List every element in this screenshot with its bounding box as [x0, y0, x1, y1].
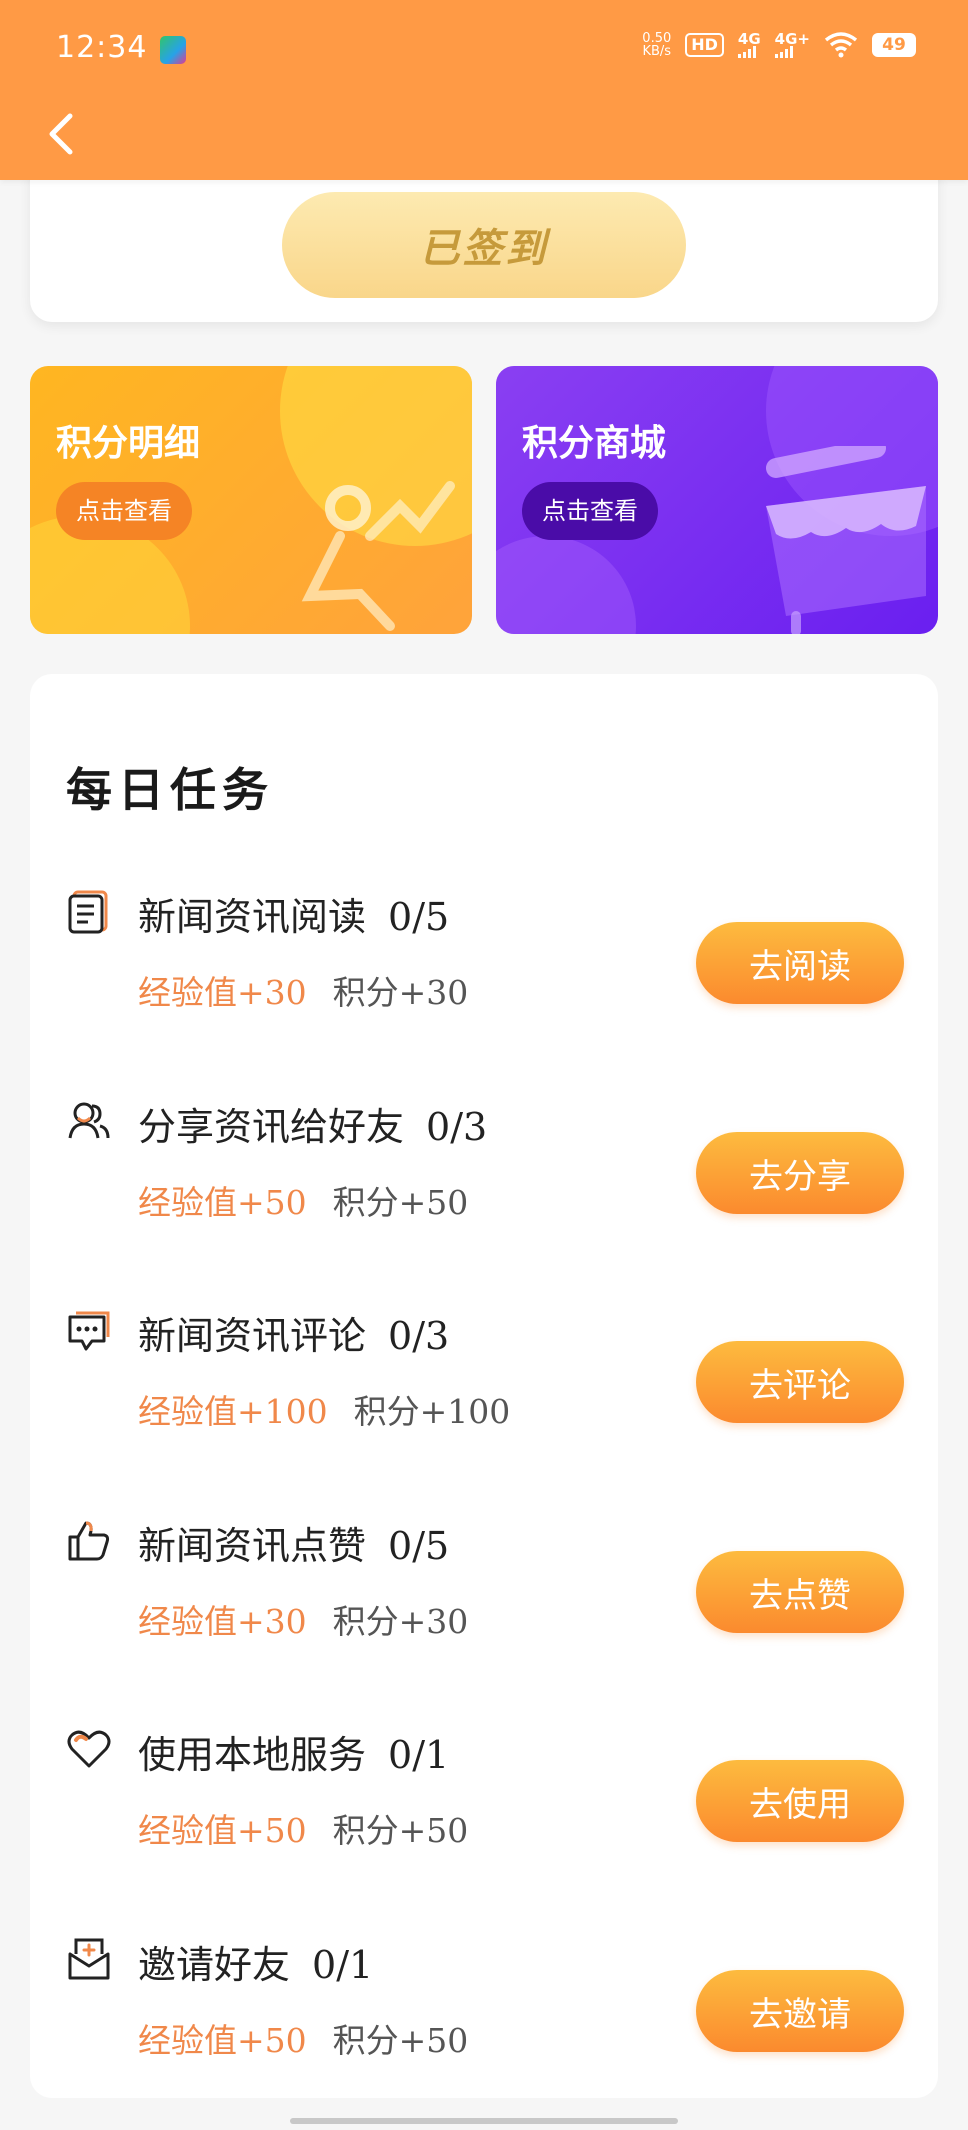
points-mall-card[interactable]: 积分商城 点击查看 — [496, 366, 938, 634]
comment-icon — [68, 1311, 110, 1351]
task-label: 分享资讯给好友 — [138, 1105, 405, 1149]
exp-reward: 经验值+50 — [138, 1183, 307, 1222]
task-rewards: 经验值+30 积分+30 — [138, 1595, 468, 1643]
chevron-left-icon — [49, 113, 73, 155]
go-share-button[interactable]: 去分享 — [696, 1132, 904, 1214]
header-bar: 12:34 0.50 KB/s HD 4G 4G+ 49 — [0, 0, 968, 180]
battery-icon: 49 — [872, 33, 916, 57]
points-reward: 积分+100 — [353, 1392, 511, 1431]
points-reward: 积分+50 — [332, 2021, 469, 2060]
task-rewards: 经验值+50 积分+50 — [138, 2014, 468, 2062]
task-label: 邀请好友 — [138, 1943, 291, 1987]
task-progress: 0/1 — [388, 1733, 450, 1777]
task-item-read-news: 新闻资讯阅读 0/5 经验值+30 积分+30 去阅读 — [30, 882, 938, 1082]
exp-reward: 经验值+30 — [138, 973, 307, 1012]
task-name: 新闻资讯评论 0/3 — [138, 1305, 449, 1360]
signal-4g-label: 4G — [737, 30, 761, 48]
points-chart-icon — [301, 481, 455, 631]
points-detail-view-button[interactable]: 点击查看 — [56, 482, 192, 540]
task-progress: 0/5 — [388, 895, 450, 939]
task-rewards: 经验值+30 积分+30 — [138, 966, 468, 1014]
task-name: 分享资讯给好友 0/3 — [138, 1096, 487, 1151]
hd-icon: HD — [685, 33, 724, 57]
points-reward: 积分+50 — [332, 1183, 469, 1222]
go-like-button[interactable]: 去点赞 — [696, 1551, 904, 1633]
signal-4g-icon: 4G — [737, 30, 761, 58]
task-label: 新闻资讯点赞 — [138, 1524, 367, 1568]
task-label: 新闻资讯阅读 — [138, 895, 367, 939]
back-button[interactable] — [42, 108, 82, 160]
task-progress: 0/5 — [388, 1524, 450, 1568]
daily-tasks-title: 每日任务 — [66, 763, 274, 817]
task-name: 使用本地服务 0/1 — [138, 1724, 449, 1779]
share-friends-icon — [68, 1102, 110, 1139]
go-comment-button[interactable]: 去评论 — [696, 1341, 904, 1423]
task-name: 邀请好友 0/1 — [138, 1934, 373, 1989]
task-item-invite-friends: 邀请好友 0/1 经验值+50 积分+50 去邀请 — [30, 1930, 938, 2130]
points-reward: 积分+30 — [332, 973, 469, 1012]
task-item-share-news: 分享资讯给好友 0/3 经验值+50 积分+50 去分享 — [30, 1092, 938, 1292]
status-indicators: 0.50 KB/s HD 4G 4G+ 49 — [642, 32, 916, 58]
go-read-button[interactable]: 去阅读 — [696, 922, 904, 1004]
task-progress: 0/3 — [426, 1105, 488, 1149]
app-notification-icon — [160, 36, 186, 64]
points-detail-card[interactable]: 积分明细 点击查看 — [30, 366, 472, 634]
invite-mail-icon — [68, 1938, 110, 1980]
go-use-button[interactable]: 去使用 — [696, 1760, 904, 1842]
exp-reward: 经验值+30 — [138, 1602, 307, 1641]
heart-icon — [67, 1730, 111, 1768]
go-invite-button[interactable]: 去邀请 — [696, 1970, 904, 2052]
task-rewards: 经验值+50 积分+50 — [138, 1176, 468, 1224]
exp-reward: 经验值+50 — [138, 2021, 307, 2060]
network-speed-unit: KB/s — [642, 44, 672, 59]
task-item-local-service: 使用本地服务 0/1 经验值+50 积分+50 去使用 — [30, 1720, 938, 1920]
task-label: 使用本地服务 — [138, 1733, 367, 1777]
home-indicator[interactable] — [290, 2118, 678, 2124]
task-rewards: 经验值+100 积分+100 — [138, 1385, 510, 1433]
shop-store-icon — [766, 446, 926, 634]
task-rewards: 经验值+50 积分+50 — [138, 1804, 468, 1852]
points-reward: 积分+30 — [332, 1602, 469, 1641]
task-name: 新闻资讯阅读 0/5 — [138, 886, 449, 941]
signed-in-button[interactable]: 已签到 — [282, 192, 686, 298]
news-icon — [68, 890, 108, 934]
status-time: 12:34 — [56, 30, 148, 65]
task-label: 新闻资讯评论 — [138, 1314, 367, 1358]
task-item-like-news: 新闻资讯点赞 0/5 经验值+30 积分+30 去点赞 — [30, 1511, 938, 1711]
task-item-comment-news: 新闻资讯评论 0/3 经验值+100 积分+100 去评论 — [30, 1301, 938, 1501]
points-detail-title: 积分明细 — [56, 423, 201, 464]
exp-reward: 经验值+100 — [138, 1392, 328, 1431]
decor-circle — [496, 536, 636, 634]
thumbs-up-icon — [68, 1521, 110, 1561]
signal-4g-plus-label: 4G+ — [774, 30, 810, 48]
daily-tasks-card: 每日任务 新闻资讯阅读 0/5 经验值+30 积分+30 去阅读 分享资讯给好友 0… — [30, 674, 938, 2098]
wifi-icon — [824, 32, 858, 58]
points-reward: 积分+50 — [332, 1811, 469, 1850]
points-mall-title: 积分商城 — [522, 423, 667, 464]
points-mall-view-button[interactable]: 点击查看 — [522, 482, 658, 540]
task-progress: 0/1 — [312, 1943, 374, 1987]
task-name: 新闻资讯点赞 0/5 — [138, 1515, 449, 1570]
task-progress: 0/3 — [388, 1314, 450, 1358]
exp-reward: 经验值+50 — [138, 1811, 307, 1850]
signal-4g-plus-icon: 4G+ — [774, 30, 810, 58]
network-speed: 0.50 KB/s — [642, 32, 671, 58]
